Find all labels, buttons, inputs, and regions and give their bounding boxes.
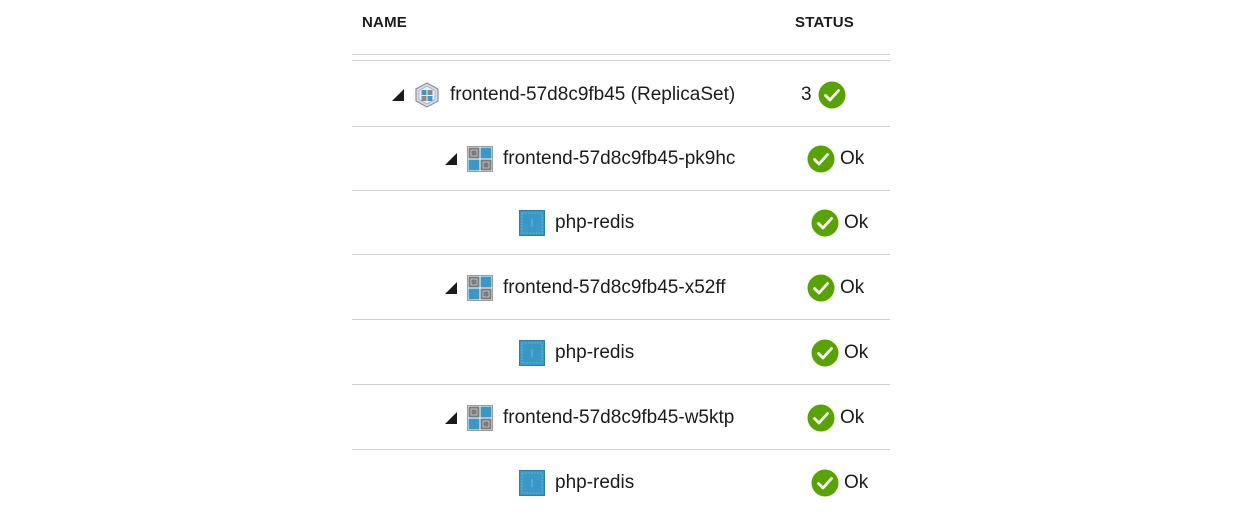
row-label[interactable]: frontend-57d8c9fb45-x52ff xyxy=(503,277,726,299)
pod-icon xyxy=(467,146,493,172)
status-cell: Ok xyxy=(811,321,868,385)
table-row-container[interactable]: php-redis Ok xyxy=(352,321,890,385)
status-cell: Ok xyxy=(811,191,868,255)
table-row-replicaset[interactable]: frontend-57d8c9fb45 (ReplicaSet) 3 xyxy=(352,63,890,127)
header-divider xyxy=(352,54,890,55)
row-label[interactable]: php-redis xyxy=(555,472,634,494)
replicaset-icon xyxy=(415,82,439,108)
check-circle-icon xyxy=(807,404,835,432)
column-header-name[interactable]: NAME xyxy=(362,14,407,31)
table-row-container[interactable]: php-redis Ok xyxy=(352,191,890,255)
pod-icon xyxy=(467,275,493,301)
column-header-status[interactable]: STATUS xyxy=(795,14,854,31)
row-label[interactable]: php-redis xyxy=(555,212,634,234)
status-text: Ok xyxy=(844,472,869,493)
name-cell: frontend-57d8c9fb45-pk9hc xyxy=(445,127,735,191)
status-cell: 3 xyxy=(801,63,846,127)
status-cell: Ok xyxy=(811,451,868,515)
table-row-container[interactable]: php-redis Ok xyxy=(352,451,890,515)
check-circle-icon xyxy=(818,81,846,109)
status-cell: Ok xyxy=(807,256,864,320)
status-cell: Ok xyxy=(807,386,864,450)
name-cell: frontend-57d8c9fb45-x52ff xyxy=(445,256,726,320)
status-text: Ok xyxy=(840,148,865,169)
container-icon xyxy=(519,470,545,496)
collapse-triangle-icon[interactable] xyxy=(445,153,457,165)
status-text: Ok xyxy=(840,407,865,428)
check-circle-icon xyxy=(811,339,839,367)
collapse-triangle-icon[interactable] xyxy=(445,412,457,424)
name-cell: php-redis xyxy=(519,191,634,255)
row-label[interactable]: php-redis xyxy=(555,342,634,364)
table-row-pod[interactable]: frontend-57d8c9fb45-x52ff Ok xyxy=(352,256,890,320)
table-row-pod[interactable]: frontend-57d8c9fb45-pk9hc Ok xyxy=(352,127,890,191)
table-row-pod[interactable]: frontend-57d8c9fb45-w5ktp Ok xyxy=(352,386,890,450)
workload-tree-table: NAME STATUS frontend-57d8c9fb45 (Replica… xyxy=(352,0,890,508)
check-circle-icon xyxy=(811,209,839,237)
row-label[interactable]: frontend-57d8c9fb45 (ReplicaSet) xyxy=(450,84,735,106)
container-icon xyxy=(519,340,545,366)
table-header: NAME STATUS xyxy=(352,0,890,54)
check-circle-icon xyxy=(807,145,835,173)
name-cell: php-redis xyxy=(519,451,634,515)
status-cell: Ok xyxy=(807,127,864,191)
status-text: Ok xyxy=(844,342,869,363)
status-text: Ok xyxy=(840,277,865,298)
row-label[interactable]: frontend-57d8c9fb45-pk9hc xyxy=(503,148,735,170)
ready-count: 3 xyxy=(801,84,812,105)
status-text: Ok xyxy=(844,212,869,233)
row-label[interactable]: frontend-57d8c9fb45-w5ktp xyxy=(503,407,734,429)
name-cell: frontend-57d8c9fb45-w5ktp xyxy=(445,386,734,450)
container-icon xyxy=(519,210,545,236)
check-circle-icon xyxy=(811,469,839,497)
check-circle-icon xyxy=(807,274,835,302)
header-divider-secondary xyxy=(352,60,890,61)
collapse-triangle-icon[interactable] xyxy=(445,282,457,294)
collapse-triangle-icon[interactable] xyxy=(392,89,404,101)
name-cell: php-redis xyxy=(519,321,634,385)
pod-icon xyxy=(467,405,493,431)
name-cell: frontend-57d8c9fb45 (ReplicaSet) xyxy=(392,63,735,127)
